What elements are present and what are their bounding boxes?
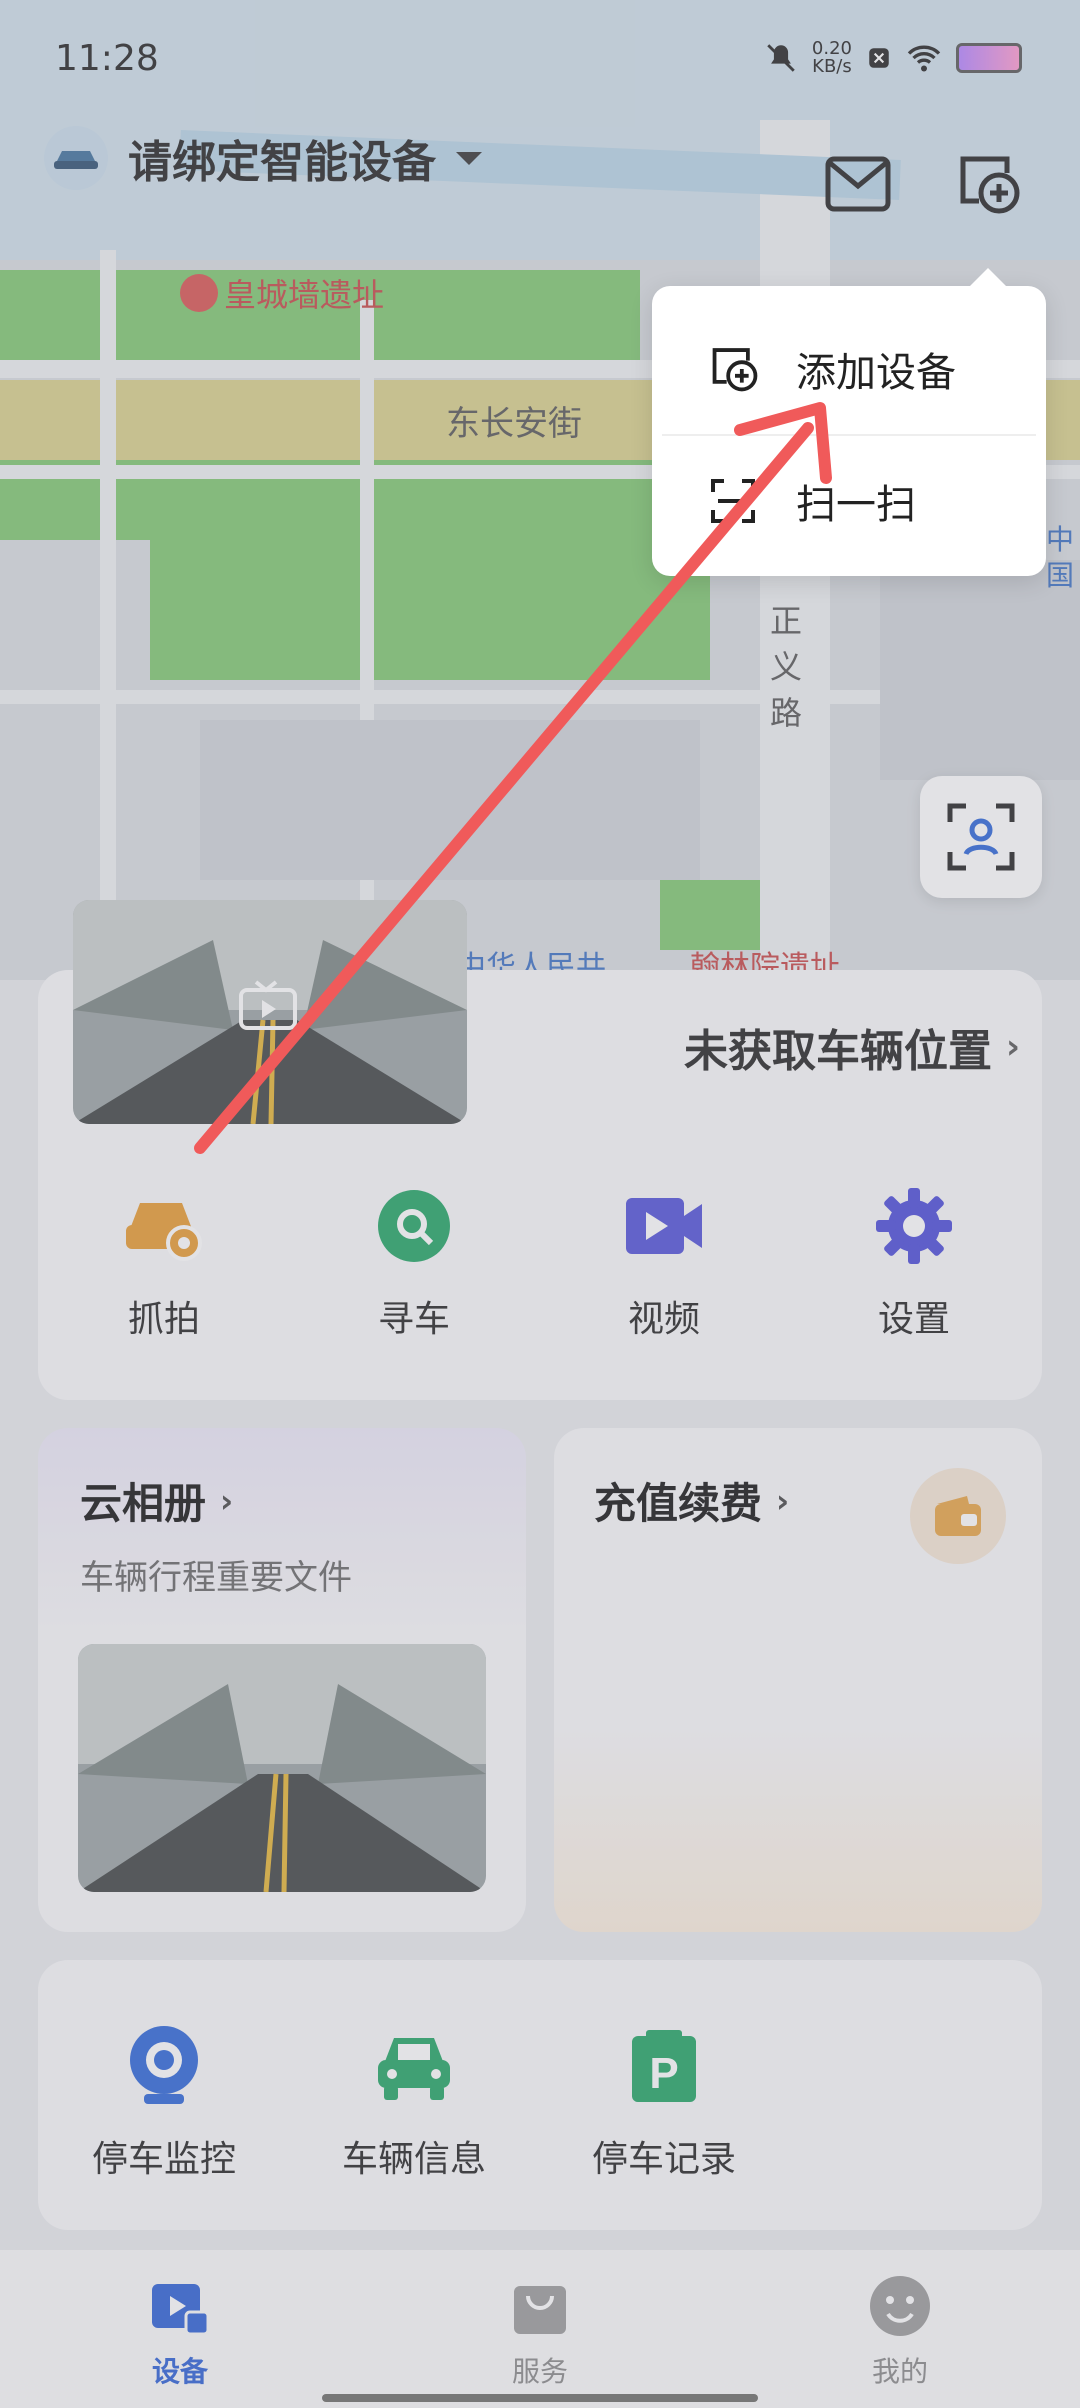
annotation-arrow — [194, 402, 832, 1154]
home-indicator — [322, 2394, 758, 2402]
